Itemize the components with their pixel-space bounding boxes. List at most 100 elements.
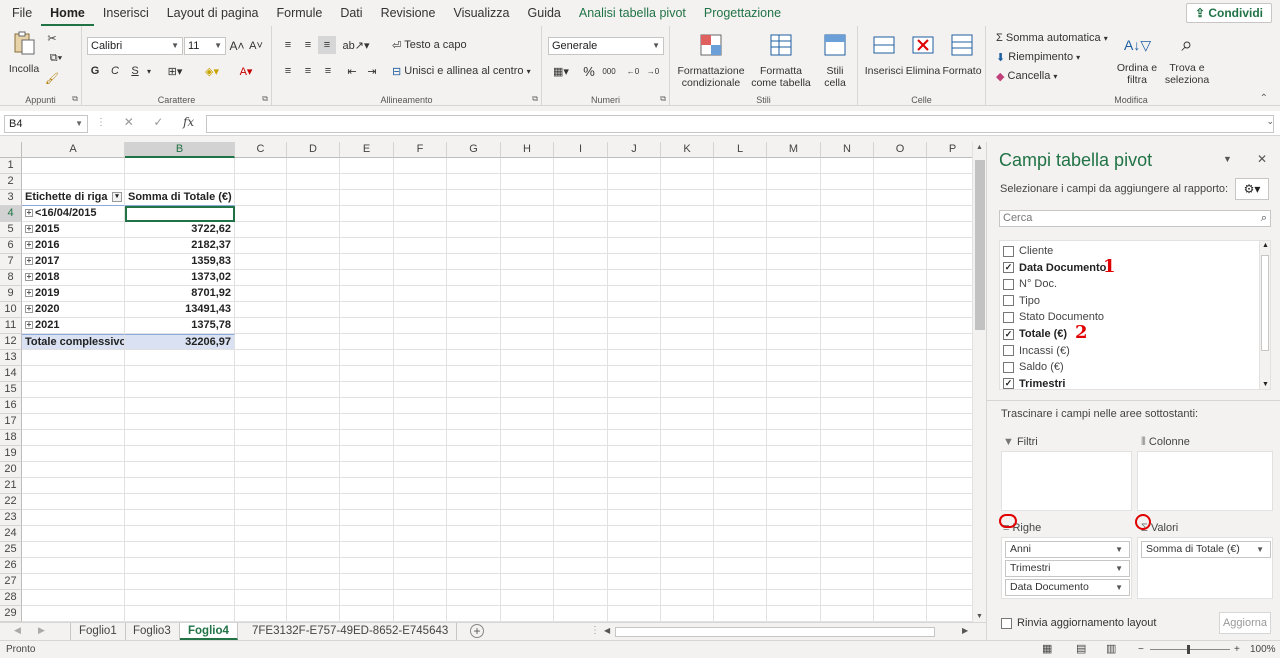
- checkbox-checked[interactable]: ✓: [1003, 378, 1014, 390]
- cell-h19[interactable]: [501, 446, 554, 462]
- cell-l8[interactable]: [714, 270, 767, 286]
- cell-n26[interactable]: [821, 558, 874, 574]
- cell-o1[interactable]: [874, 158, 927, 174]
- conditional-format-button[interactable]: Formattazione condizionale: [676, 32, 746, 89]
- cell-b19[interactable]: [125, 446, 235, 462]
- cell-g19[interactable]: [447, 446, 501, 462]
- column-header-d[interactable]: D: [287, 142, 340, 158]
- cell-i17[interactable]: [554, 414, 608, 430]
- cell-h14[interactable]: [501, 366, 554, 382]
- cell-h8[interactable]: [501, 270, 554, 286]
- sheet-tab-foglio4[interactable]: Foglio4: [180, 623, 238, 640]
- cell-f29[interactable]: [394, 606, 447, 622]
- cell-h9[interactable]: [501, 286, 554, 302]
- cell-d3[interactable]: [287, 190, 340, 206]
- cell-j8[interactable]: [608, 270, 661, 286]
- rows-item-trimestri[interactable]: Trimestri ▼: [1005, 560, 1130, 577]
- decrease-indent-icon[interactable]: ⇤: [344, 62, 360, 80]
- pivot-value[interactable]: 1359,83: [125, 254, 235, 270]
- row-header-10[interactable]: 10: [0, 302, 22, 318]
- cell-p1[interactable]: [927, 158, 972, 174]
- cancel-icon[interactable]: ✕: [124, 115, 134, 133]
- accounting-format-icon[interactable]: ▦▾: [548, 63, 574, 79]
- paste-button[interactable]: Incolla: [6, 30, 42, 75]
- cell-a20[interactable]: [22, 462, 125, 478]
- cell-a15[interactable]: [22, 382, 125, 398]
- cell-b21[interactable]: [125, 478, 235, 494]
- cell-d4[interactable]: [287, 206, 340, 222]
- cell-e19[interactable]: [340, 446, 394, 462]
- cell-f9[interactable]: [394, 286, 447, 302]
- cell-g7[interactable]: [447, 254, 501, 270]
- cell-o9[interactable]: [874, 286, 927, 302]
- cell-e26[interactable]: [340, 558, 394, 574]
- cell-o21[interactable]: [874, 478, 927, 494]
- pivot-row[interactable]: +2015: [22, 222, 125, 238]
- pivot-row[interactable]: +2016: [22, 238, 125, 254]
- cell-k12[interactable]: [661, 334, 714, 350]
- cell-p11[interactable]: [927, 318, 972, 334]
- cell-g29[interactable]: [447, 606, 501, 622]
- cell-k27[interactable]: [661, 574, 714, 590]
- collapse-ribbon-icon[interactable]: ⌃: [1260, 93, 1268, 104]
- cell-e14[interactable]: [340, 366, 394, 382]
- cell-d6[interactable]: [287, 238, 340, 254]
- zoom-slider[interactable]: [1150, 649, 1230, 650]
- cell-j29[interactable]: [608, 606, 661, 622]
- checkbox-unchecked[interactable]: [1003, 345, 1014, 357]
- cell-p18[interactable]: [927, 430, 972, 446]
- row-header-26[interactable]: 26: [0, 558, 22, 574]
- cell-e18[interactable]: [340, 430, 394, 446]
- cell-k18[interactable]: [661, 430, 714, 446]
- cell-o24[interactable]: [874, 526, 927, 542]
- update-button[interactable]: Aggiorna: [1219, 612, 1271, 634]
- align-middle-icon[interactable]: ≡: [300, 36, 316, 54]
- field-item[interactable]: Incassi (€): [1003, 343, 1070, 359]
- cell-b26[interactable]: [125, 558, 235, 574]
- expand-icon[interactable]: +: [25, 289, 33, 298]
- checkbox-unchecked[interactable]: [1003, 361, 1014, 373]
- column-header-e[interactable]: E: [340, 142, 394, 158]
- cell-p16[interactable]: [927, 398, 972, 414]
- row-header-12[interactable]: 12: [0, 334, 22, 350]
- cell-e21[interactable]: [340, 478, 394, 494]
- values-item-somma-totale[interactable]: Somma di Totale (€) ▼: [1141, 541, 1271, 558]
- cell-h22[interactable]: [501, 494, 554, 510]
- cell-e13[interactable]: [340, 350, 394, 366]
- cell-o22[interactable]: [874, 494, 927, 510]
- cell-g15[interactable]: [447, 382, 501, 398]
- scroll-down-icon[interactable]: ▼: [1262, 381, 1269, 388]
- enter-icon[interactable]: ✓: [153, 115, 163, 133]
- tab-help[interactable]: Guida: [519, 0, 570, 26]
- cell-j14[interactable]: [608, 366, 661, 382]
- cell-h10[interactable]: [501, 302, 554, 318]
- cell-a17[interactable]: [22, 414, 125, 430]
- cell-p2[interactable]: [927, 174, 972, 190]
- cell-d15[interactable]: [287, 382, 340, 398]
- cell-e27[interactable]: [340, 574, 394, 590]
- cell-o23[interactable]: [874, 510, 927, 526]
- cell-g12[interactable]: [447, 334, 501, 350]
- cell-j22[interactable]: [608, 494, 661, 510]
- field-item[interactable]: ✓ Data Documento: [1003, 260, 1106, 276]
- cell-e7[interactable]: [340, 254, 394, 270]
- cell-f8[interactable]: [394, 270, 447, 286]
- cell-e25[interactable]: [340, 542, 394, 558]
- find-select-button[interactable]: ⌕ Trova e seleziona: [1162, 32, 1212, 86]
- cell-n15[interactable]: [821, 382, 874, 398]
- cell-h18[interactable]: [501, 430, 554, 446]
- worksheet-grid[interactable]: A B C D E F G H I J K L M N O P 1 2 3 Etichette di riga ▾ Som…: [0, 142, 972, 622]
- tab-pivot-analyze[interactable]: Analisi tabella pivot: [570, 0, 695, 26]
- cell-m11[interactable]: [767, 318, 821, 334]
- cell-f13[interactable]: [394, 350, 447, 366]
- row-header-8[interactable]: 8: [0, 270, 22, 286]
- expand-formula-icon[interactable]: ⌄: [1266, 116, 1274, 127]
- cell-n12[interactable]: [821, 334, 874, 350]
- cell-j17[interactable]: [608, 414, 661, 430]
- rows-area[interactable]: Anni ▼ Trimestri ▼ Data Documento ▼: [1001, 537, 1132, 599]
- cell-c4[interactable]: [235, 206, 287, 222]
- cell-j23[interactable]: [608, 510, 661, 526]
- pivot-value[interactable]: 13491,43: [125, 302, 235, 318]
- cell-b18[interactable]: [125, 430, 235, 446]
- row-header-20[interactable]: 20: [0, 462, 22, 478]
